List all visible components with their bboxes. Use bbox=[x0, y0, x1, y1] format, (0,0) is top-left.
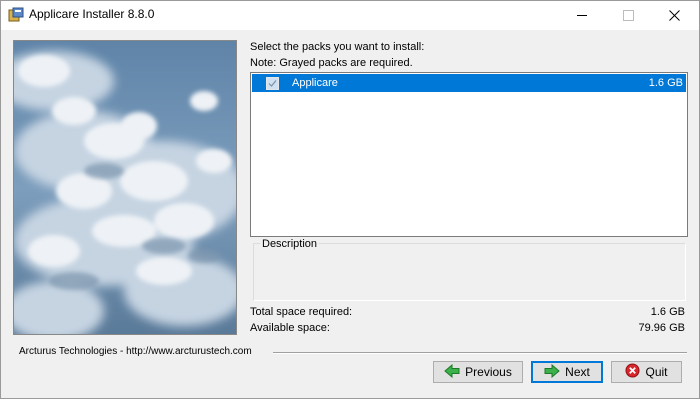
pack-item-applicare[interactable]: Applicare 1.6 GB bbox=[252, 74, 686, 92]
arrow-left-icon bbox=[444, 363, 460, 381]
arrow-right-icon bbox=[544, 363, 560, 381]
installer-icon bbox=[8, 7, 24, 23]
available-space-label: Available space: bbox=[250, 322, 330, 334]
pack-size: 1.6 GB bbox=[648, 77, 683, 89]
close-button[interactable] bbox=[651, 1, 697, 30]
quit-button[interactable]: Quit bbox=[611, 361, 682, 383]
cloud-banner-image bbox=[13, 40, 237, 335]
select-packs-heading: Select the packs you want to install: bbox=[250, 41, 425, 53]
footer-divider bbox=[273, 352, 687, 354]
grayed-packs-note: Note: Grayed packs are required. bbox=[250, 57, 413, 69]
close-circle-icon bbox=[625, 363, 640, 381]
window-title: Applicare Installer 8.8.0 bbox=[29, 7, 155, 21]
minimize-icon bbox=[577, 15, 587, 16]
next-label: Next bbox=[565, 365, 590, 379]
vendor-text: Arcturus Technologies - http://www.arctu… bbox=[19, 346, 252, 357]
minimize-button[interactable] bbox=[559, 1, 605, 30]
description-group: Description bbox=[253, 238, 686, 301]
pack-list[interactable]: Applicare 1.6 GB bbox=[250, 72, 688, 237]
previous-label: Previous bbox=[465, 365, 512, 379]
maximize-icon bbox=[622, 10, 634, 21]
quit-label: Quit bbox=[645, 365, 668, 379]
maximize-button[interactable] bbox=[605, 1, 651, 30]
previous-button[interactable]: Previous bbox=[433, 361, 523, 383]
installer-window: Applicare Installer 8.8.0 Select the pac… bbox=[0, 0, 700, 399]
next-button[interactable]: Next bbox=[531, 361, 603, 383]
title-bar[interactable]: Applicare Installer 8.8.0 bbox=[1, 1, 699, 30]
total-space-value: 1.6 GB bbox=[650, 306, 685, 318]
pack-checkbox[interactable] bbox=[266, 77, 279, 90]
total-space-label: Total space required: bbox=[250, 306, 353, 318]
available-space-value: 79.96 GB bbox=[638, 322, 685, 334]
description-label: Description bbox=[260, 238, 320, 250]
close-icon bbox=[668, 10, 680, 21]
pack-name: Applicare bbox=[292, 77, 338, 89]
checkmark-icon bbox=[268, 80, 277, 87]
